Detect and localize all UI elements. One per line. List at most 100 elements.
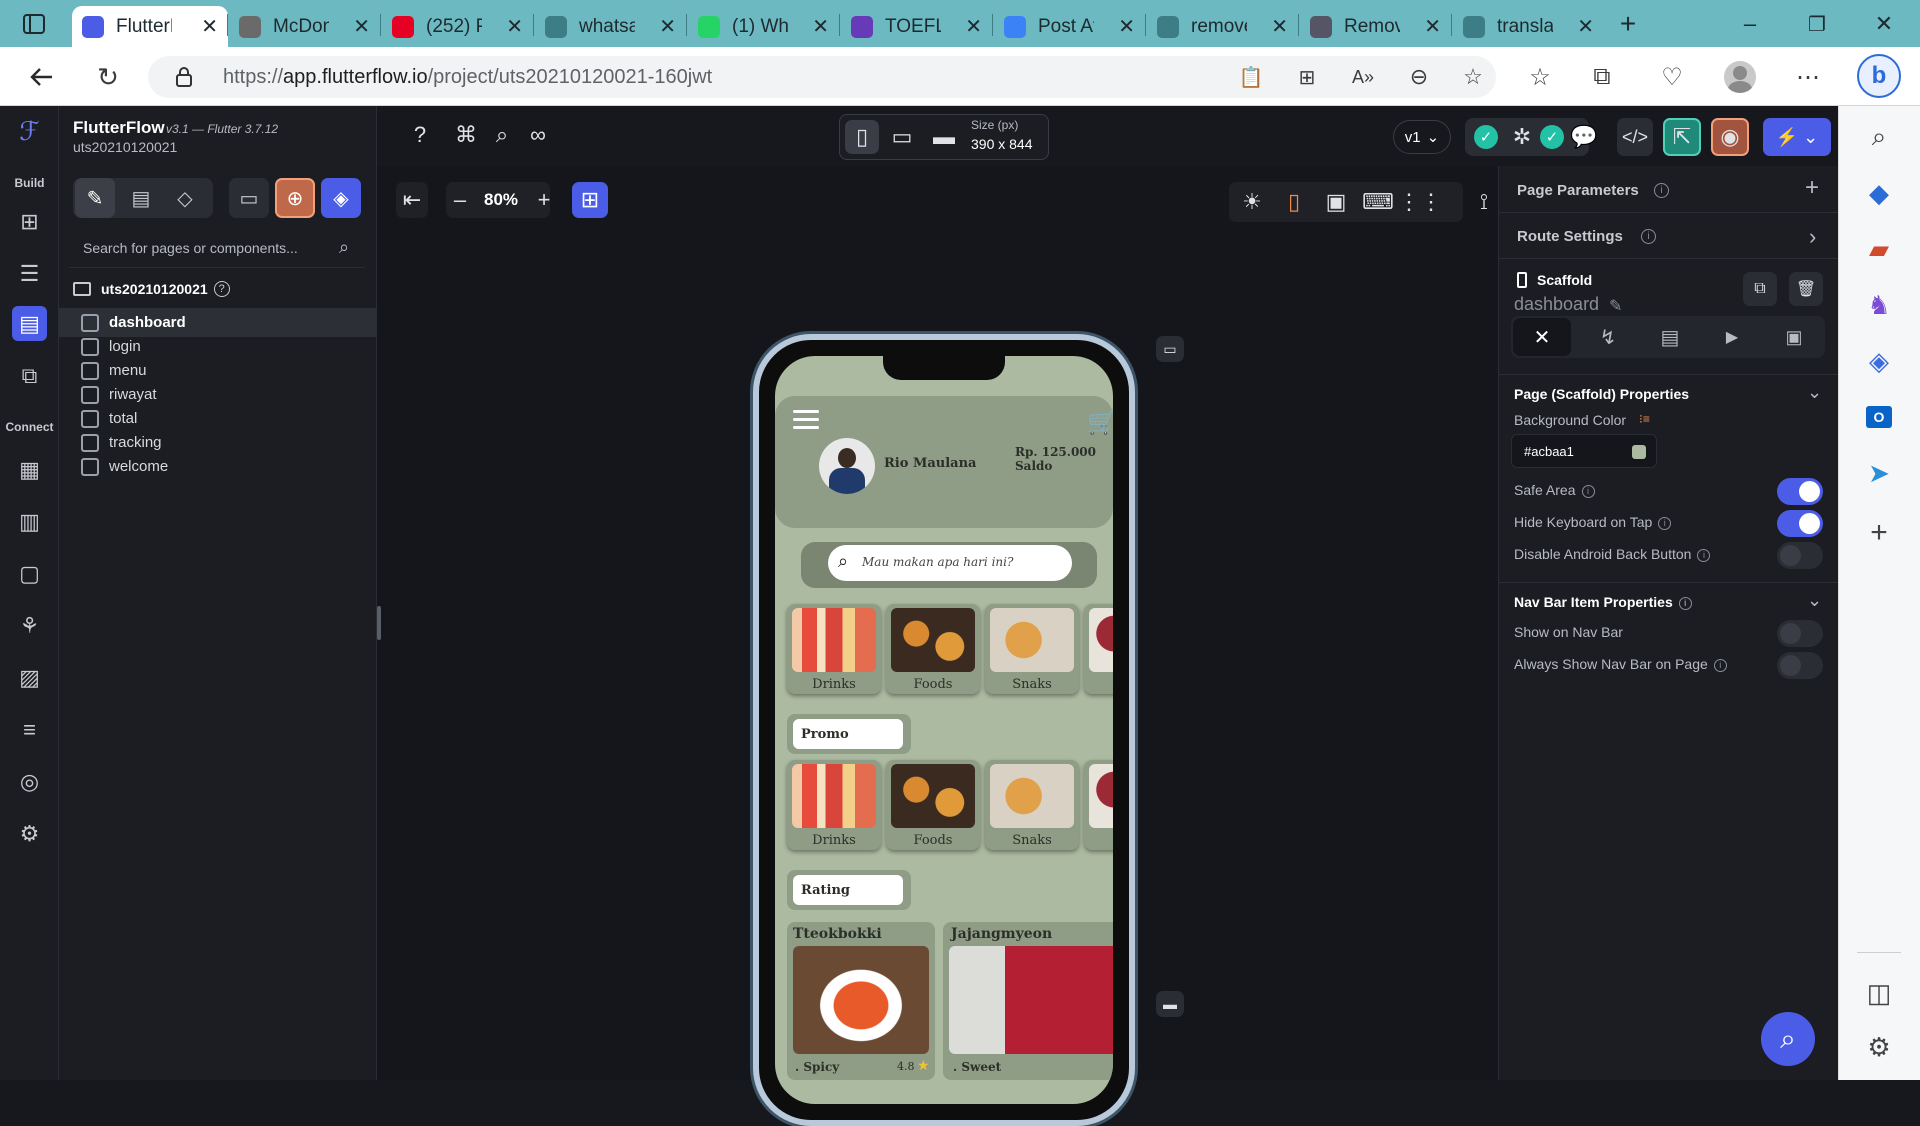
promo-foods[interactable]: Foods xyxy=(886,760,980,850)
always-navbar-toggle[interactable] xyxy=(1777,652,1823,679)
url-field[interactable]: https://app.flutterflow.io/project/uts20… xyxy=(148,56,1496,98)
close-window-button[interactable]: ✕ xyxy=(1864,8,1904,40)
read-aloud-icon[interactable]: A» xyxy=(1348,62,1378,92)
menu-icon[interactable] xyxy=(793,410,819,430)
browser-tab[interactable]: whatsapp ✕ xyxy=(535,6,686,47)
premium-icon[interactable]: ◈ xyxy=(321,178,361,218)
dashboard-screen[interactable]: 🛒 Rio Maulana Rp. 125.000 Saldo ⌕ Mau ma… xyxy=(775,356,1113,1104)
chevron-down-icon[interactable]: ⌄ xyxy=(1807,382,1822,403)
disable-back-toggle[interactable] xyxy=(1777,542,1823,569)
widget-name[interactable]: dashboard xyxy=(1514,294,1599,315)
new-tab-button[interactable]: + xyxy=(1612,8,1644,40)
version-selector[interactable]: v1 ⌄ xyxy=(1393,120,1451,154)
food-search-input[interactable]: ⌕ Mau makan apa hari ini? xyxy=(828,545,1072,581)
firestore-icon[interactable]: ▦ xyxy=(12,452,47,487)
library-tab-icon[interactable]: ◇ xyxy=(165,178,205,218)
search-sidebar-icon[interactable]: ⌕ xyxy=(1858,116,1900,158)
components-tab-icon[interactable]: ▤ xyxy=(121,178,161,218)
backend-query-tab-icon[interactable]: ▤ xyxy=(1641,318,1699,356)
page-parameters-title[interactable]: Page Parameters xyxy=(1517,182,1639,199)
cart-icon[interactable]: 🛒 xyxy=(1087,408,1113,437)
page-item-welcome[interactable]: welcome xyxy=(59,452,377,481)
category-foods[interactable]: Foods xyxy=(886,604,980,694)
food-card[interactable]: Jajangmyeon . Sweet xyxy=(943,922,1113,1080)
settings-icon[interactable]: ⚙ xyxy=(12,816,47,851)
command-icon[interactable]: ⌘ xyxy=(451,120,481,150)
browser-essentials-icon[interactable]: ♡ xyxy=(1654,59,1690,95)
flutterflow-logo-icon[interactable]: ℱ xyxy=(12,114,47,149)
close-tab-icon[interactable]: ✕ xyxy=(804,14,829,39)
tablet-device-button[interactable]: ▭ xyxy=(885,120,919,154)
page-search-input[interactable]: Search for pages or components... ⌕ xyxy=(69,230,365,268)
category-snaks[interactable]: Snaks xyxy=(985,604,1079,694)
page-selector-icon[interactable]: ▤ xyxy=(12,306,47,341)
light-mode-icon[interactable]: ☀ xyxy=(1236,186,1268,218)
add-parameter-button[interactable]: + xyxy=(1805,174,1819,202)
help-icon[interactable]: ? xyxy=(213,281,230,297)
desktop-device-button[interactable]: ▬ xyxy=(927,120,961,154)
close-tab-icon[interactable]: ✕ xyxy=(193,14,218,39)
widget-tree-icon[interactable]: ☰ xyxy=(12,256,47,291)
grid-icon[interactable]: ⋮⋮ xyxy=(1398,186,1442,218)
preview-button[interactable]: ◉ xyxy=(1711,118,1749,156)
browser-tab[interactable]: remove ✕ xyxy=(1147,6,1298,47)
custom-code-icon[interactable]: ≡ xyxy=(12,712,47,747)
duplicate-button[interactable]: ⧉ xyxy=(1743,272,1777,306)
scaffold-properties-title[interactable]: Page (Scaffold) Properties xyxy=(1514,386,1689,402)
media-assets-icon[interactable]: ▨ xyxy=(12,660,47,695)
chevron-right-icon[interactable]: › xyxy=(1809,224,1816,250)
games-icon[interactable]: ♞ xyxy=(1858,284,1900,326)
browser-tab[interactable]: TOEFL ✕ xyxy=(841,6,992,47)
check-ok-icon[interactable]: ✓ xyxy=(1537,122,1567,152)
browser-tab[interactable]: FlutterFlow ✕ xyxy=(72,6,228,47)
more-menu-icon[interactable]: ⋯ xyxy=(1790,59,1826,95)
promo-badge[interactable]: Promo xyxy=(787,714,911,754)
data-types-icon[interactable]: ▥ xyxy=(12,504,47,539)
animations-tab-icon[interactable]: ▶ xyxy=(1703,318,1761,356)
collections-icon[interactable]: ⧉ xyxy=(1584,59,1620,95)
comments-icon[interactable]: 💬 xyxy=(1569,122,1599,152)
send-icon[interactable]: ➤ xyxy=(1858,452,1900,494)
browser-tab[interactable]: (1) WhatsApp ✕ xyxy=(688,6,839,47)
show-navbar-toggle[interactable] xyxy=(1777,620,1823,647)
share-button[interactable]: ⇱ xyxy=(1663,118,1701,156)
properties-tab-icon[interactable]: ✕ xyxy=(1513,318,1571,356)
status-bar-toggle-icon[interactable]: ▭ xyxy=(1156,336,1184,362)
close-tab-icon[interactable]: ✕ xyxy=(1569,14,1594,39)
shopping-tag-icon[interactable]: ◆ xyxy=(1858,172,1900,214)
back-button[interactable] xyxy=(22,59,62,95)
app-values-icon[interactable]: ⚘ xyxy=(12,608,47,643)
add-widget-button[interactable]: ⊞ xyxy=(572,182,608,218)
new-folder-button[interactable]: ▭ xyxy=(229,178,269,218)
edit-name-icon[interactable]: ✎ xyxy=(1609,296,1622,316)
documents-tab-icon[interactable]: ▣ xyxy=(1765,318,1823,356)
bing-copilot-icon[interactable]: b xyxy=(1856,53,1902,99)
bottom-bar-toggle-icon[interactable]: ▬ xyxy=(1156,991,1184,1017)
microsoft-365-icon[interactable]: ◈ xyxy=(1858,340,1900,382)
add-page-button[interactable]: ⊕ xyxy=(275,178,315,218)
run-button[interactable]: ⚡ ⌄ xyxy=(1763,118,1831,156)
browser-tab[interactable]: translate ✕ xyxy=(1453,6,1604,47)
rating-badge[interactable]: Rating xyxy=(787,870,911,910)
search-help-button[interactable]: ⌕ xyxy=(1761,1012,1815,1066)
pages-tab-icon[interactable]: ✎ xyxy=(75,178,115,218)
add-sidebar-app-icon[interactable]: + xyxy=(1858,512,1900,554)
background-color-field[interactable]: #acbaa1 xyxy=(1511,434,1657,468)
layout-tools-icon[interactable]: ⟟ xyxy=(1468,186,1500,218)
color-swatch[interactable] xyxy=(1632,445,1646,459)
lock-icon[interactable] xyxy=(172,64,196,90)
link-icon[interactable]: ∞ xyxy=(523,120,553,150)
zoom-in-button[interactable]: + xyxy=(530,182,558,218)
color-variable-icon[interactable]: ⁝≡ xyxy=(1639,412,1650,426)
panel-resize-handle[interactable] xyxy=(377,606,381,640)
promo-dessert[interactable]: De xyxy=(1084,760,1113,850)
category-drinks[interactable]: Drinks xyxy=(787,604,881,694)
widget-palette-icon[interactable]: ⊞ xyxy=(12,204,47,239)
close-tab-icon[interactable]: ✕ xyxy=(1263,14,1288,39)
check-status-icon[interactable]: ✓ xyxy=(1471,122,1501,152)
delete-button[interactable]: 🗑 xyxy=(1789,272,1823,306)
help-circle-icon[interactable]: ? xyxy=(405,120,435,150)
zoom-out-icon[interactable]: ⊖ xyxy=(1404,62,1434,92)
minimize-button[interactable]: – xyxy=(1730,8,1770,40)
hide-keyboard-toggle[interactable] xyxy=(1777,510,1823,537)
